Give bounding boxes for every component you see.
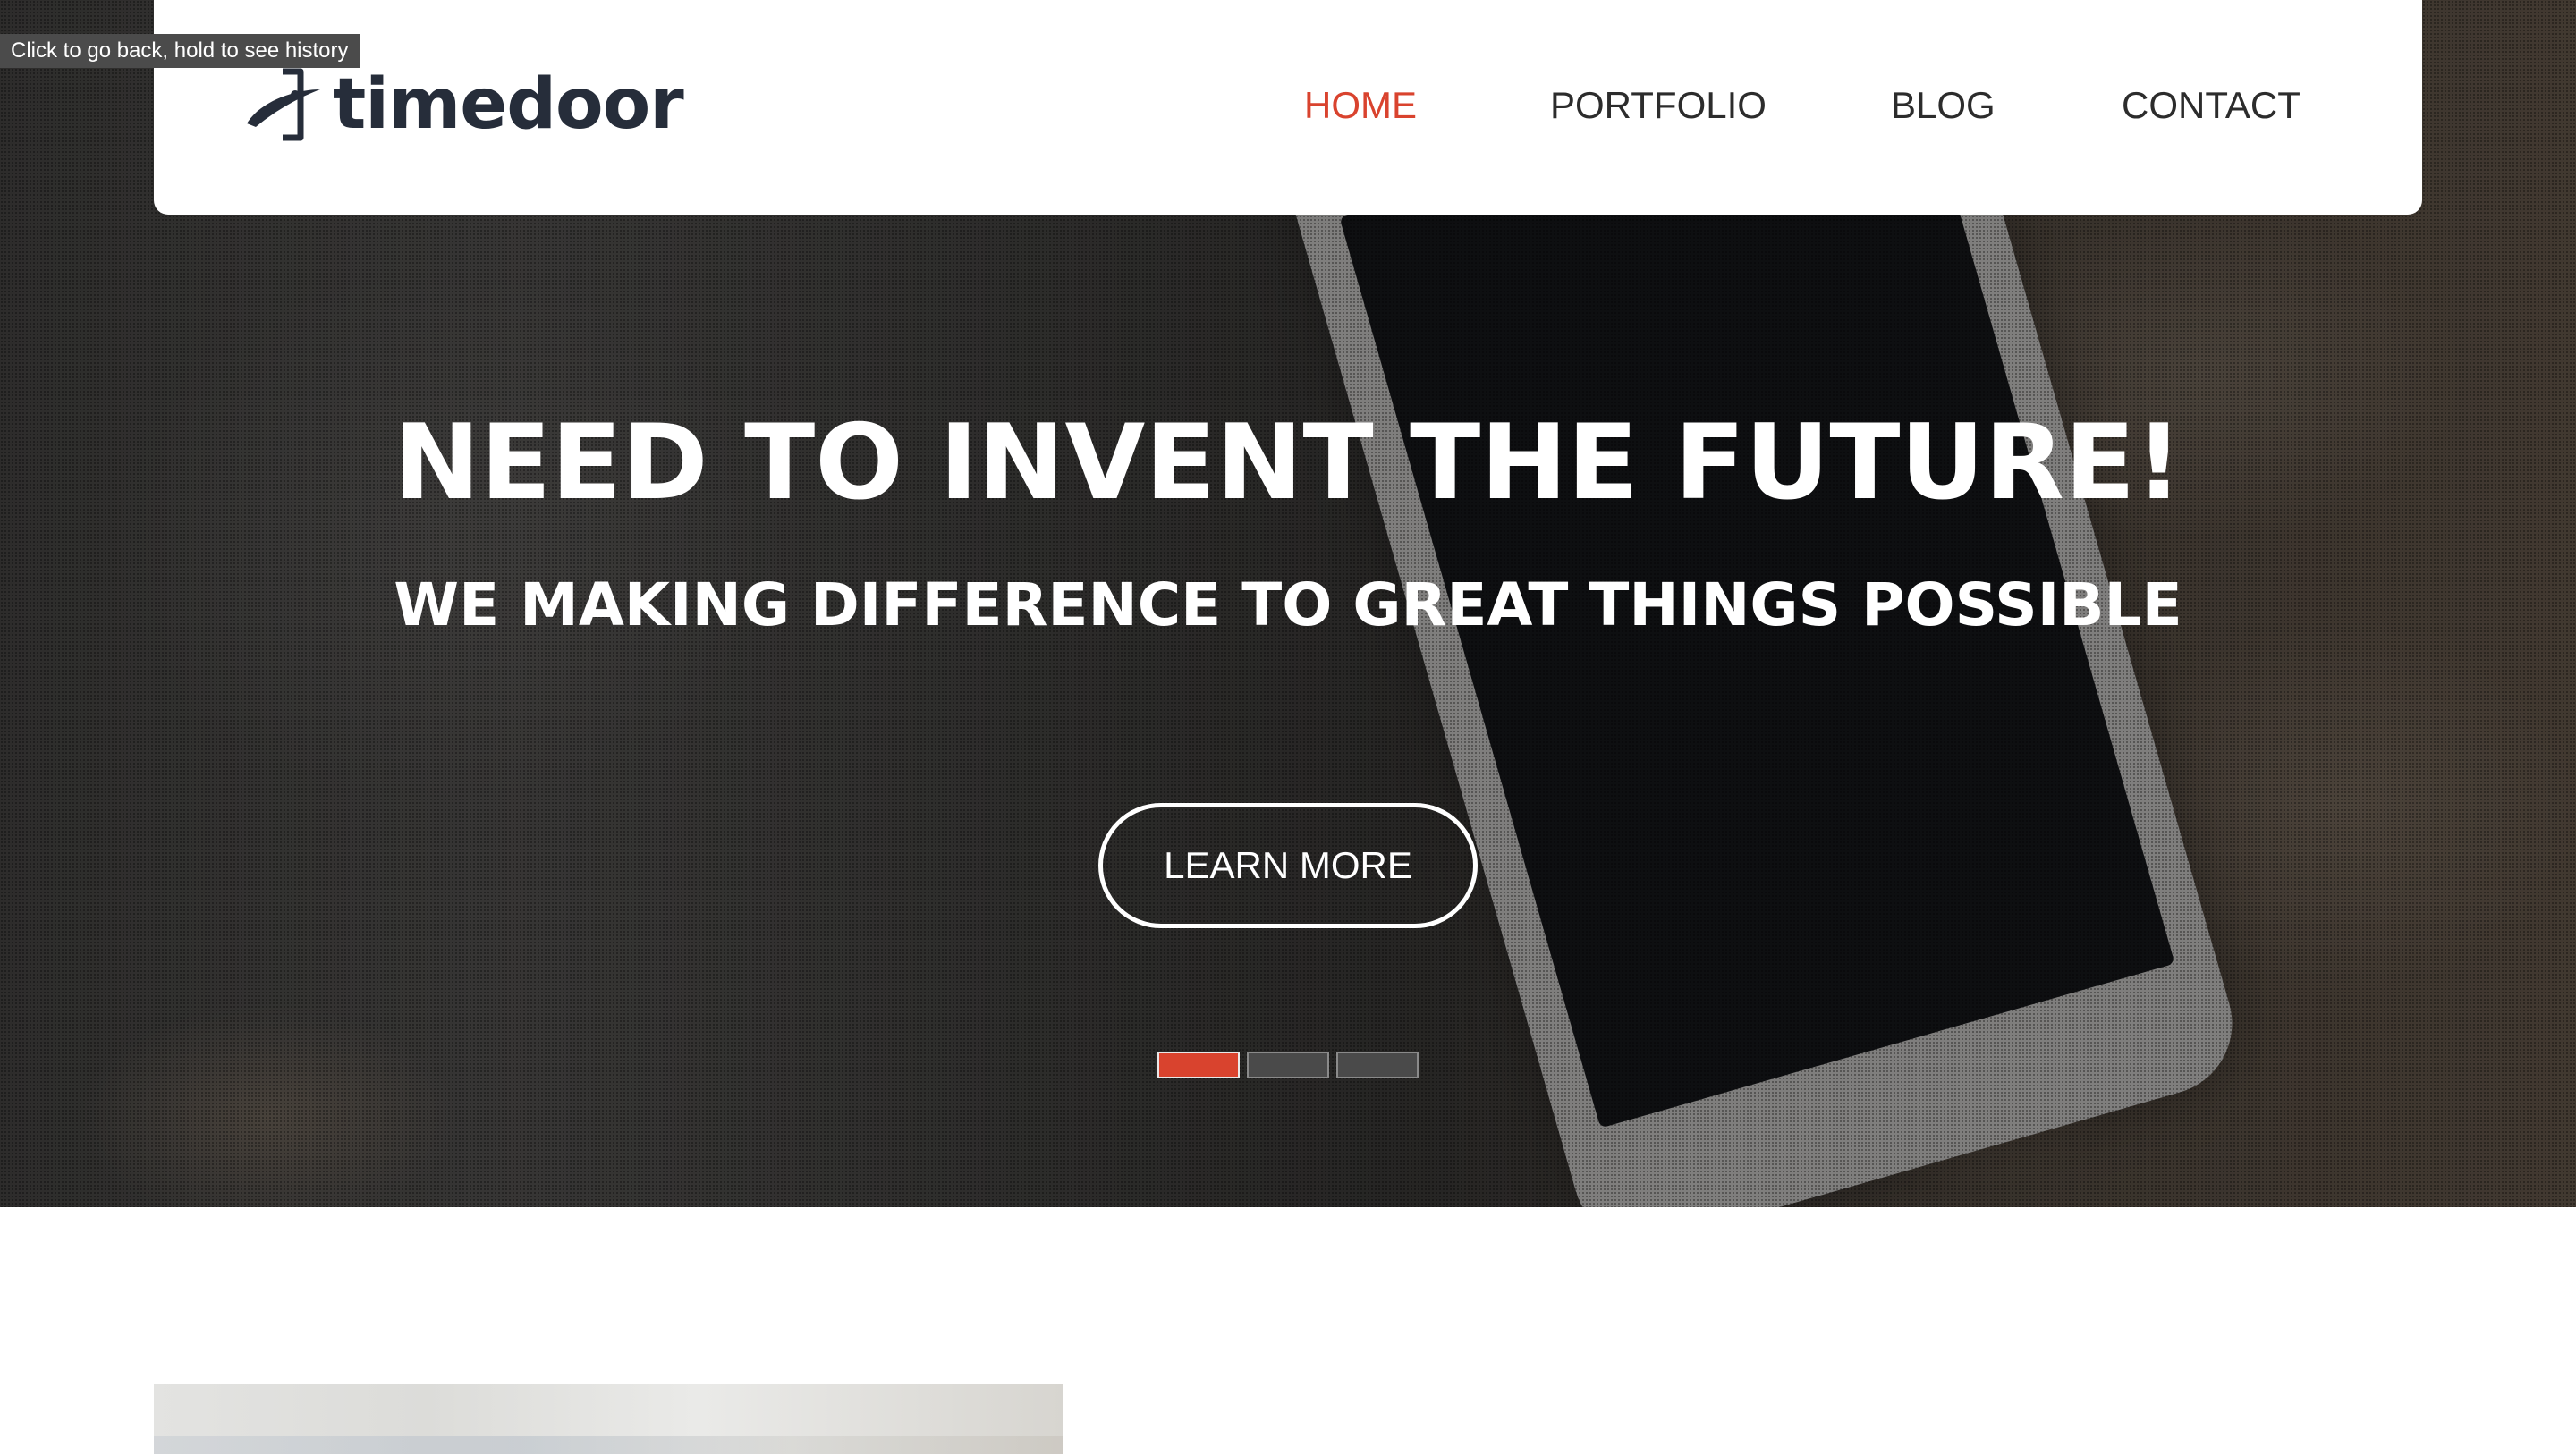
main-nav: HOME PORTFOLIO BLOG CONTACT — [154, 73, 2422, 138]
slider-pagination — [1157, 1052, 1419, 1078]
hero-subtitle: WE MAKING DIFFERENCE TO GREAT THINGS POS… — [394, 571, 2182, 639]
site-header: timedoor HOME PORTFOLIO BLOG CONTACT — [154, 0, 2422, 215]
slider-dot-3[interactable] — [1336, 1052, 1419, 1078]
content-image — [154, 1384, 1063, 1454]
slider-dot-1[interactable] — [1157, 1052, 1240, 1078]
nav-blog[interactable]: BLOG — [1891, 73, 1996, 138]
slider-dot-2[interactable] — [1247, 1052, 1329, 1078]
back-button-tooltip: Click to go back, hold to see history — [0, 34, 360, 68]
nav-contact[interactable]: CONTACT — [2122, 73, 2301, 138]
nav-home[interactable]: HOME — [1304, 73, 1417, 138]
learn-more-button[interactable]: LEARN MORE — [1098, 803, 1478, 928]
hero-title: NEED TO INVENT THE FUTURE! — [393, 402, 2183, 523]
nav-portfolio[interactable]: PORTFOLIO — [1550, 73, 1767, 138]
